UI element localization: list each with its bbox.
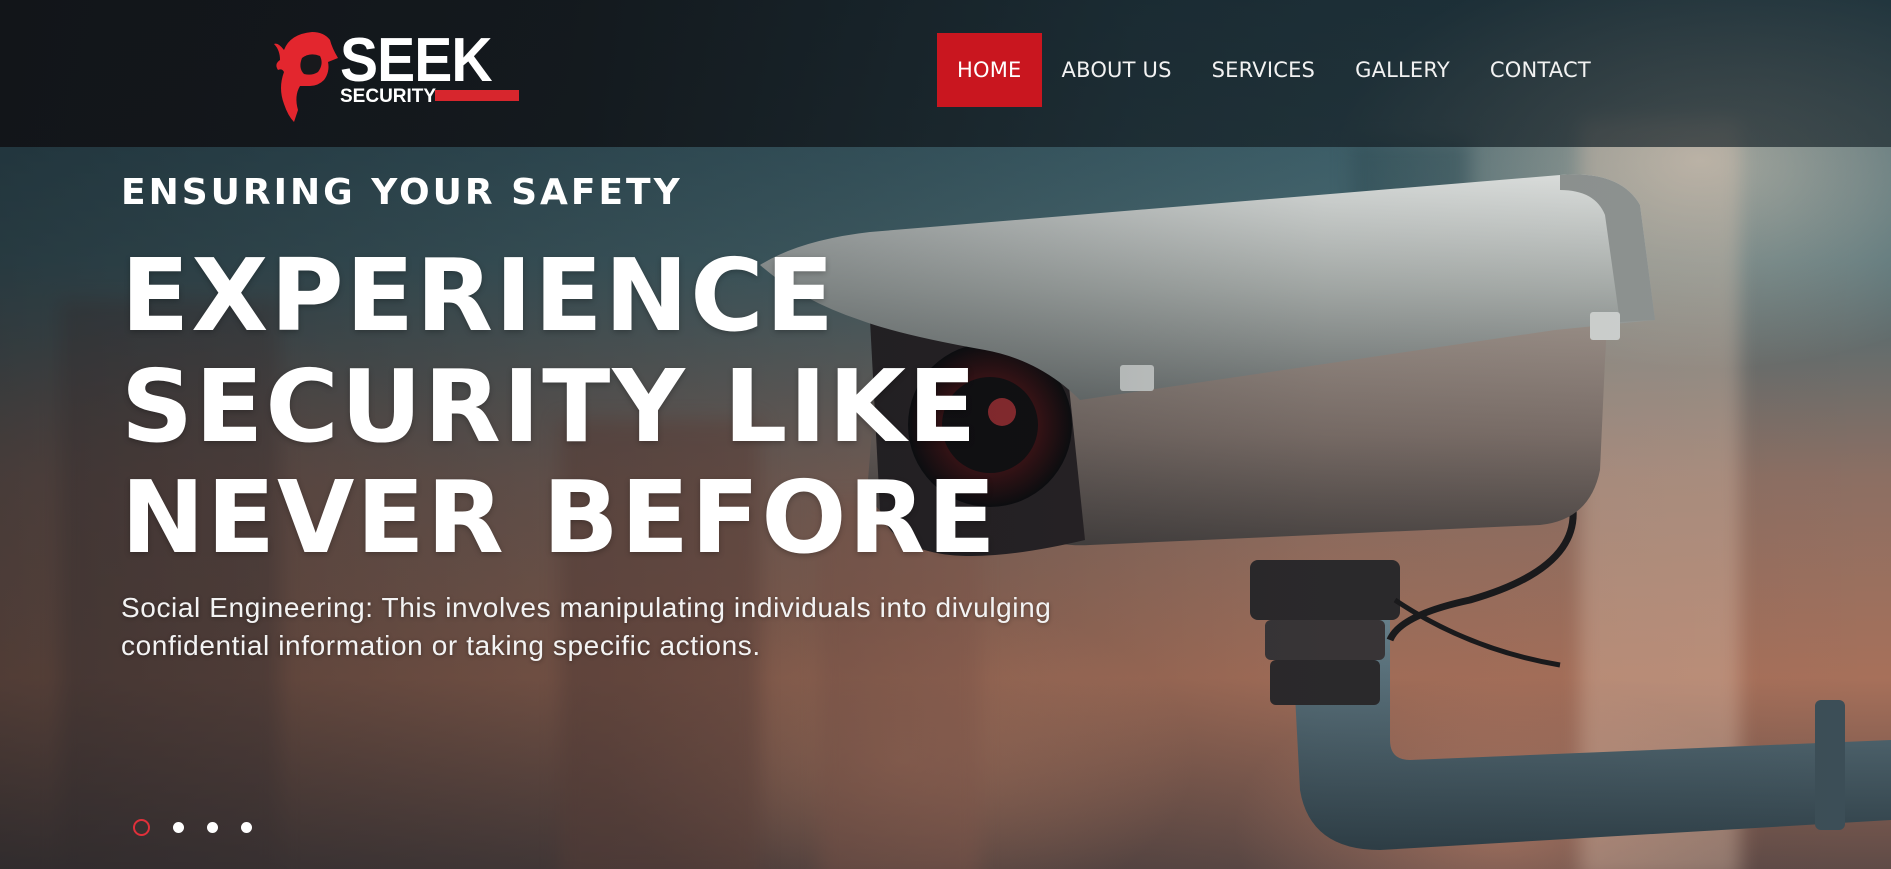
hero-description: Social Engineering: This involves manipu…: [121, 592, 1052, 661]
brand-name: SEEK: [340, 26, 493, 95]
nav-item-gallery[interactable]: GALLERY: [1335, 33, 1470, 107]
hero-tagline: ENSURING YOUR SAFETY: [121, 172, 683, 213]
hero-headline: EXPERIENCE SECURITY LIKE NEVER BEFORE: [121, 240, 1121, 573]
nav-item-about-us[interactable]: ABOUT US: [1042, 33, 1192, 107]
site-header: SEEK SECURITY HOME ABOUT US SERVICES GAL…: [0, 0, 1891, 147]
brand-accent-bar: [435, 90, 519, 101]
brand-logo[interactable]: SEEK SECURITY: [272, 26, 522, 122]
slider-dot-1[interactable]: [133, 819, 150, 836]
slider-pagination: [133, 819, 252, 836]
brand-subtitle: SECURITY: [340, 86, 437, 107]
nav-item-home[interactable]: HOME: [937, 33, 1042, 107]
slider-dot-4[interactable]: [241, 822, 252, 833]
main-navigation: HOME ABOUT US SERVICES GALLERY CONTACT: [937, 33, 1611, 107]
nav-item-contact[interactable]: CONTACT: [1470, 33, 1611, 107]
hero-headline-line-3: NEVER BEFORE: [121, 459, 998, 576]
hero-headline-line-1: EXPERIENCE: [121, 237, 836, 354]
nav-item-services[interactable]: SERVICES: [1192, 33, 1335, 107]
hero-headline-line-2: SECURITY LIKE: [121, 348, 979, 465]
spartan-helmet-logo-icon: [274, 32, 338, 122]
slider-dot-3[interactable]: [207, 822, 218, 833]
slider-dot-2[interactable]: [173, 822, 184, 833]
